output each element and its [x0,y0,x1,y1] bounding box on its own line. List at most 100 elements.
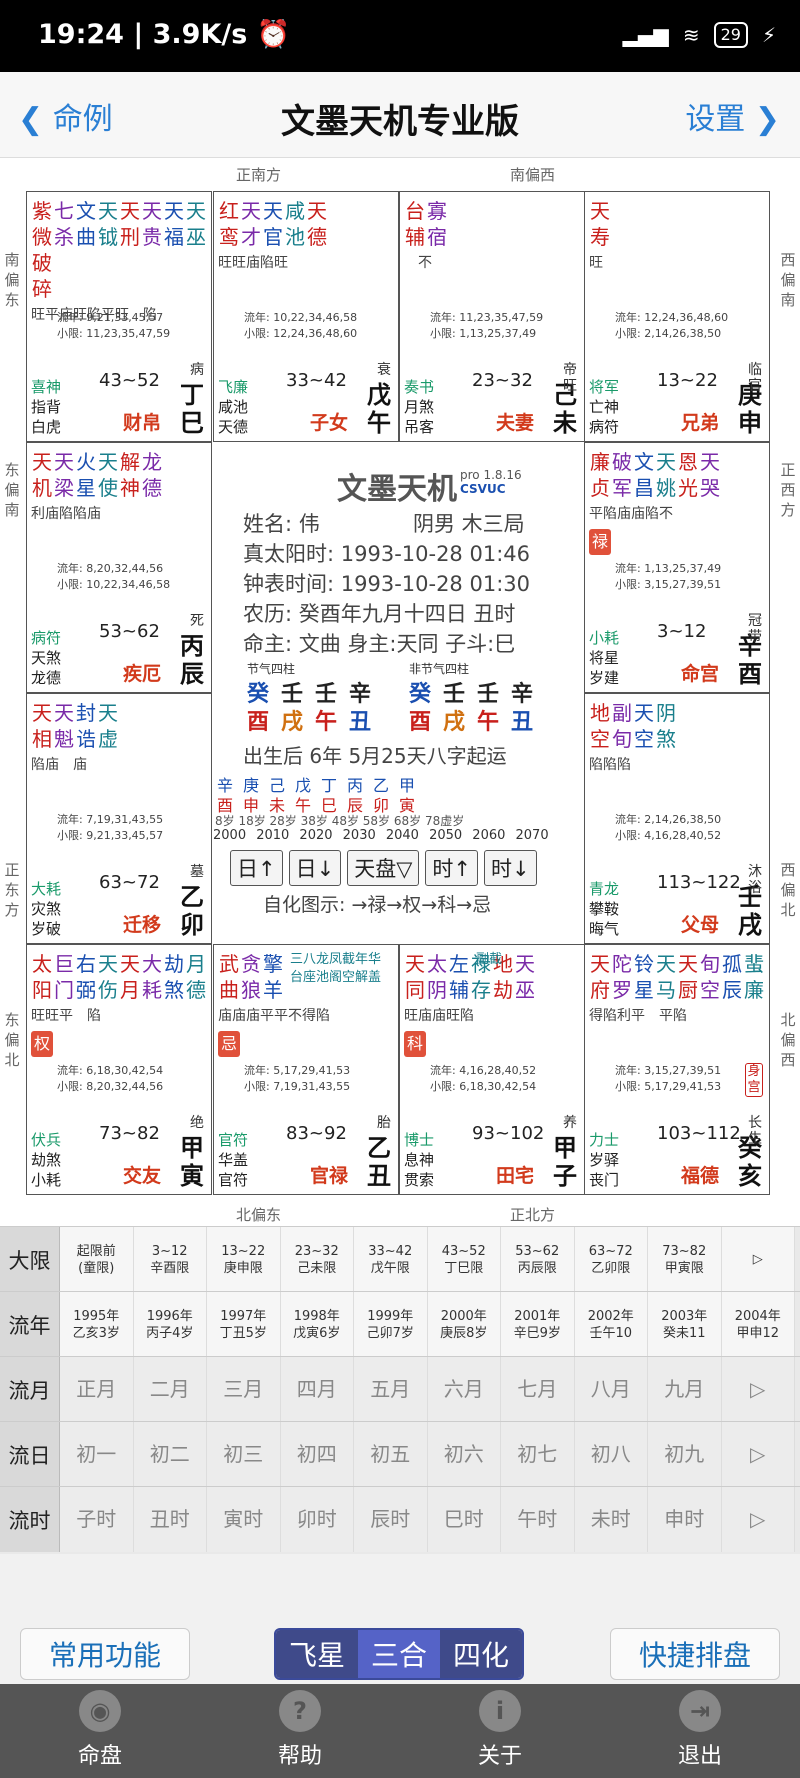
time-cell[interactable]: 八月 [574,1357,648,1422]
palace-cell[interactable]: 天寿旺流年: 12,24,36,48,60 小限: 2,14,26,38,50 将军… [584,191,770,442]
time-cell[interactable]: 2001年 辛巳9岁 [501,1292,575,1357]
common-functions-button[interactable]: 常用功能 [20,1628,190,1680]
time-cell[interactable]: 巳时 [427,1487,501,1552]
time-cell[interactable]: 子时 [60,1487,134,1552]
time-cell[interactable]: 1997年 丁丑5岁 [207,1292,281,1357]
palace-cell[interactable]: 天相天魁封诰天虚 陷庙 庙流年: 7,19,31,43,55 小限: 9,21,33… [26,693,212,944]
dayun-range: 113~122 [657,872,741,893]
time-row: 大限 起限前 (童限) 3~12 辛酉限 13~22 庚申限 23~32 己未限 33~4… [0,1226,800,1292]
palace-cell[interactable]: 红鸾天才天官咸池天德 旺旺庙陷旺 流年: 10,22,34,46,58 小限: 12,… [213,191,399,442]
center-version: pro 1.8.16 CSVUC [460,468,522,496]
info-icon: i [479,1690,521,1732]
seg-sanhe[interactable]: 三合 [358,1630,440,1678]
star-list: 天寿旺 [589,198,611,276]
time-cell[interactable]: 1998年 戊寅6岁 [280,1292,354,1357]
time-cell[interactable]: 2003年 癸未11 [648,1292,722,1357]
life-stage: 绝 [190,1115,204,1131]
day-down-button[interactable]: 日↓ [288,850,342,886]
time-cell[interactable]: 初四 [280,1422,354,1487]
dayun-range: 63~72 [99,872,160,893]
palace-cell[interactable]: 天同太阴左辅禄存地劫天巫 旺庙庙旺陷科副截 流年: 4,16,28,40,52 小限:… [399,944,585,1195]
time-cell[interactable]: 寅时 [207,1487,281,1552]
time-cell[interactable]: 初一 [60,1422,134,1487]
palace-cell[interactable]: 地空副旬天空阴煞 陷陷陷 流年: 2,14,26,38,50 小限: 4,16,28,… [584,693,770,944]
time-cell[interactable]: 1996年 丙子4岁 [133,1292,207,1357]
palace-cell[interactable]: 台辅寡宿 不流年: 11,23,35,47,59 小限: 1,13,25,37,4… [399,191,585,442]
time-cell[interactable]: 辰时 [354,1487,428,1552]
tab-about[interactable]: i 关于 [450,1690,550,1770]
star-name: 天贵 [142,199,162,249]
seg-feixing[interactable]: 飞星 [276,1630,358,1678]
seg-sihua[interactable]: 四化 [440,1630,522,1678]
direction-label: 东偏南 [4,461,20,519]
palace-cell[interactable]: 天机天梁火星天使解神龙德 利庙陷陷庙 流年: 8,20,32,44,56 小限: 10… [26,442,212,693]
time-cell[interactable]: 23~32 己未限 [280,1227,354,1292]
star-list: 红鸾天才天官咸池天德 旺旺庙陷旺 [218,198,328,276]
status-bar: 19:24 | 3.9K/s ⏰ ▂▄▆ ≋ 29 ⚡ [0,0,800,72]
dayun-ages: 8岁 18岁 28岁 38岁 48岁 58岁 68岁 78虚岁 [215,814,465,828]
hour-up-button[interactable]: 时↑ [425,850,478,886]
time-cell[interactable]: 午时 [501,1487,575,1552]
time-cell[interactable]: 起限前 (童限) [60,1227,134,1292]
time-cell[interactable]: 四月 [280,1357,354,1422]
time-cell[interactable]: 卯时 [280,1487,354,1552]
time-cell[interactable]: 2000年 庚辰8岁 [427,1292,501,1357]
time-cell[interactable]: 初六 [427,1422,501,1487]
time-cell[interactable]: 初九 [648,1422,722,1487]
shengong-badge: 身宫 [745,1063,763,1097]
time-cell[interactable]: ▷ [721,1487,795,1552]
time-cell[interactable]: 63~72 乙卯限 [574,1227,648,1292]
life-stage: 冠带 [748,613,762,645]
palace-gods: 官符 华盖 官符 [218,1131,249,1189]
palace-cell[interactable]: 武曲贪狼擎羊 庙庙庙平平不得陷忌 三八龙凤截年华 台座池阁空解盖 流年: 5,17,29… [213,944,399,1195]
time-cell[interactable]: 初二 [133,1422,207,1487]
time-cell[interactable]: ▷ [721,1422,795,1487]
time-cell[interactable]: 未时 [574,1487,648,1552]
time-cell[interactable]: 33~42 戊午限 [354,1227,428,1292]
time-cell[interactable]: 53~62 丙辰限 [501,1227,575,1292]
time-cell[interactable]: 三月 [207,1357,281,1422]
time-cell[interactable]: 初八 [574,1422,648,1487]
time-cell[interactable]: 43~52 丁巳限 [427,1227,501,1292]
solar-time: 真太阳时: 1993-10-28 01:46 [243,542,530,566]
time-cell[interactable]: 申时 [648,1487,722,1552]
time-cell[interactable]: 1999年 己卯7岁 [354,1292,428,1357]
time-cell[interactable]: 13~22 庚申限 [207,1227,281,1292]
time-cell[interactable]: 初三 [207,1422,281,1487]
star-name: 贪狼 [241,952,261,1002]
time-cell[interactable]: ▷ [721,1227,795,1292]
time-cell[interactable]: 九月 [648,1357,722,1422]
time-cell[interactable]: 六月 [427,1357,501,1422]
time-cell[interactable]: ▷ [721,1357,795,1422]
time-cell[interactable]: 初五 [354,1422,428,1487]
time-cell[interactable]: 五月 [354,1357,428,1422]
tab-help[interactable]: ? 帮助 [250,1690,350,1770]
palace-cell[interactable]: 太阳巨门右弼天伤天月大耗劫煞月德 旺旺平 陷权流年: 6,18,30,42,54 小… [26,944,212,1195]
palace-cell[interactable]: 天府陀罗铃星天马天厨旬空孤辰蜚廉 得陷利平 平陷 流年: 3,15,27,39,51… [584,944,770,1195]
tab-mingpan[interactable]: ◉ 命盘 [50,1690,150,1770]
tab-exit[interactable]: ⇥ 退出 [650,1690,750,1770]
palace-name: 疾厄 [123,663,162,685]
back-button[interactable]: ❮ 命例 [18,94,113,138]
time-cell[interactable]: 二月 [133,1357,207,1422]
hour-down-button[interactable]: 时↓ [483,850,537,886]
time-cell[interactable]: 73~82 甲寅限 [648,1227,722,1292]
time-cell[interactable]: 2002年 壬午10 [574,1292,648,1357]
day-up-button[interactable]: 日↑ [230,850,283,886]
settings-button[interactable]: 设置 ❯ [685,94,780,138]
star-name: 天德 [307,199,327,249]
time-cell[interactable]: 3~12 辛酉限 [133,1227,207,1292]
time-cell[interactable]: 初七 [501,1422,575,1487]
palace-gods: 青龙 攀鞍 晦气 [589,880,620,938]
tianpan-button[interactable]: 天盘▽ [347,850,420,886]
time-cell[interactable]: 丑时 [133,1487,207,1552]
life-stage: 墓 [190,864,204,880]
palace-cell[interactable]: 廉贞破军文昌天姚恩光天哭 平陷庙庙陷不禄流年: 1,13,25,37,49 小限: … [584,442,770,693]
time-cell[interactable]: 正月 [60,1357,134,1422]
time-cell[interactable]: 2004年 甲申12 [721,1292,795,1357]
quick-chart-button[interactable]: 快捷排盘 [610,1628,780,1680]
star-brightness: 不 [404,255,432,271]
palace-cell[interactable]: 紫微七杀文曲天钺天刑天贵天福天巫破碎 旺平庙旺陷平旺 陷流年: 9,21,33,4… [26,191,212,442]
time-cell[interactable]: 1995年 乙亥3岁 [60,1292,134,1357]
time-cell[interactable]: 七月 [501,1357,575,1422]
